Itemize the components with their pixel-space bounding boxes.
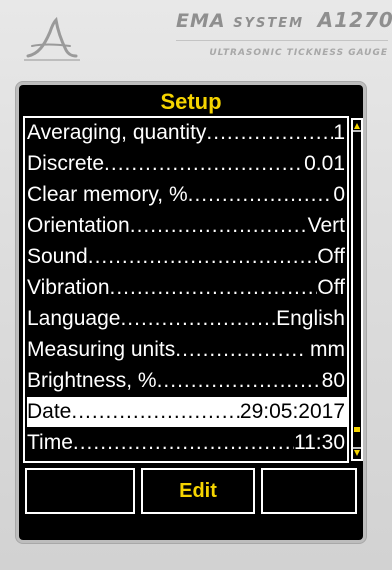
leader-dots [206,118,333,148]
setting-label: Sound [27,245,88,268]
leader-dots [130,211,308,241]
setting-date[interactable]: Date 29:05:2017 [27,397,347,427]
scroll-up-arrow-icon[interactable] [353,120,361,132]
setting-label: Discrete [27,152,105,175]
setting-label: Averaging, quantity [27,121,207,144]
leader-dots [71,397,240,427]
softkey-bar: Edit [19,468,363,516]
leader-dots [120,304,276,334]
setting-time[interactable]: Time 11:30 [27,428,347,458]
setting-value: Off [317,276,345,299]
setting-label: Language [27,307,121,330]
setting-value: Off [317,245,345,268]
setting-orientation[interactable]: Orientation Vert [27,211,347,241]
leader-dots [110,273,318,303]
setting-value: mm [304,338,345,361]
device-subtitle: ULTRASONIC TICKNESS GAUGE [209,48,388,58]
softkey-left-button[interactable] [25,468,135,514]
setting-value: English [276,307,345,330]
device-faceplate: EMA SYSTEM A1270 ULTRASONIC TICKNESS GAU… [0,0,392,570]
brand-logo-icon [24,16,80,61]
brand-system: SYSTEM [233,16,305,31]
setting-value: 1 [333,121,345,144]
brand-divider [176,40,388,41]
leader-dots [73,428,294,458]
leader-dots [188,180,334,210]
setting-brightness[interactable]: Brightness, % 80 [27,366,347,396]
brand-ema: EMA [176,10,226,32]
setting-label: Measuring units [27,338,176,361]
setting-label: Time [27,431,73,454]
setting-clear-memory[interactable]: Clear memory, % 0 [27,180,347,210]
softkey-right-button[interactable] [261,468,357,514]
setting-language[interactable]: Language English [27,304,347,334]
setting-label: Date [27,400,72,423]
setting-label: Vibration [27,276,110,299]
lcd-screen: Setup Averaging, quantity 1 Discrete 0.0… [19,85,363,540]
setting-averaging-quantity[interactable]: Averaging, quantity 1 [27,118,347,148]
leader-dots [175,335,304,365]
leader-dots [104,149,304,179]
setting-value: Vert [307,214,345,237]
scroll-down-arrow-icon[interactable] [353,447,361,459]
scrollbar[interactable] [351,118,363,461]
setting-value: 80 [321,369,345,392]
setting-label: Clear memory, % [27,183,188,206]
setting-discrete[interactable]: Discrete 0.01 [27,149,347,179]
edit-button[interactable]: Edit [141,468,255,514]
setting-sound[interactable]: Sound Off [27,242,347,272]
leader-dots [88,242,318,272]
setting-vibration[interactable]: Vibration Off [27,273,347,303]
setting-value: 0 [333,183,345,206]
scroll-thumb[interactable] [354,427,360,432]
model-number: A1270 [317,8,392,32]
screen-title: Setup [160,89,222,114]
leader-dots [157,366,322,396]
setting-value: 11:30 [294,431,345,454]
setting-value: 29:05:2017 [239,400,345,423]
setting-label: Orientation [27,214,130,237]
setting-label: Brightness, % [27,369,157,392]
setting-measuring-units[interactable]: Measuring units mm [27,335,347,365]
settings-list: Averaging, quantity 1 Discrete 0.01 Clea… [23,116,349,463]
setting-value: 0.01 [304,152,345,175]
brand-name: EMA SYSTEM A1270 [176,8,392,32]
